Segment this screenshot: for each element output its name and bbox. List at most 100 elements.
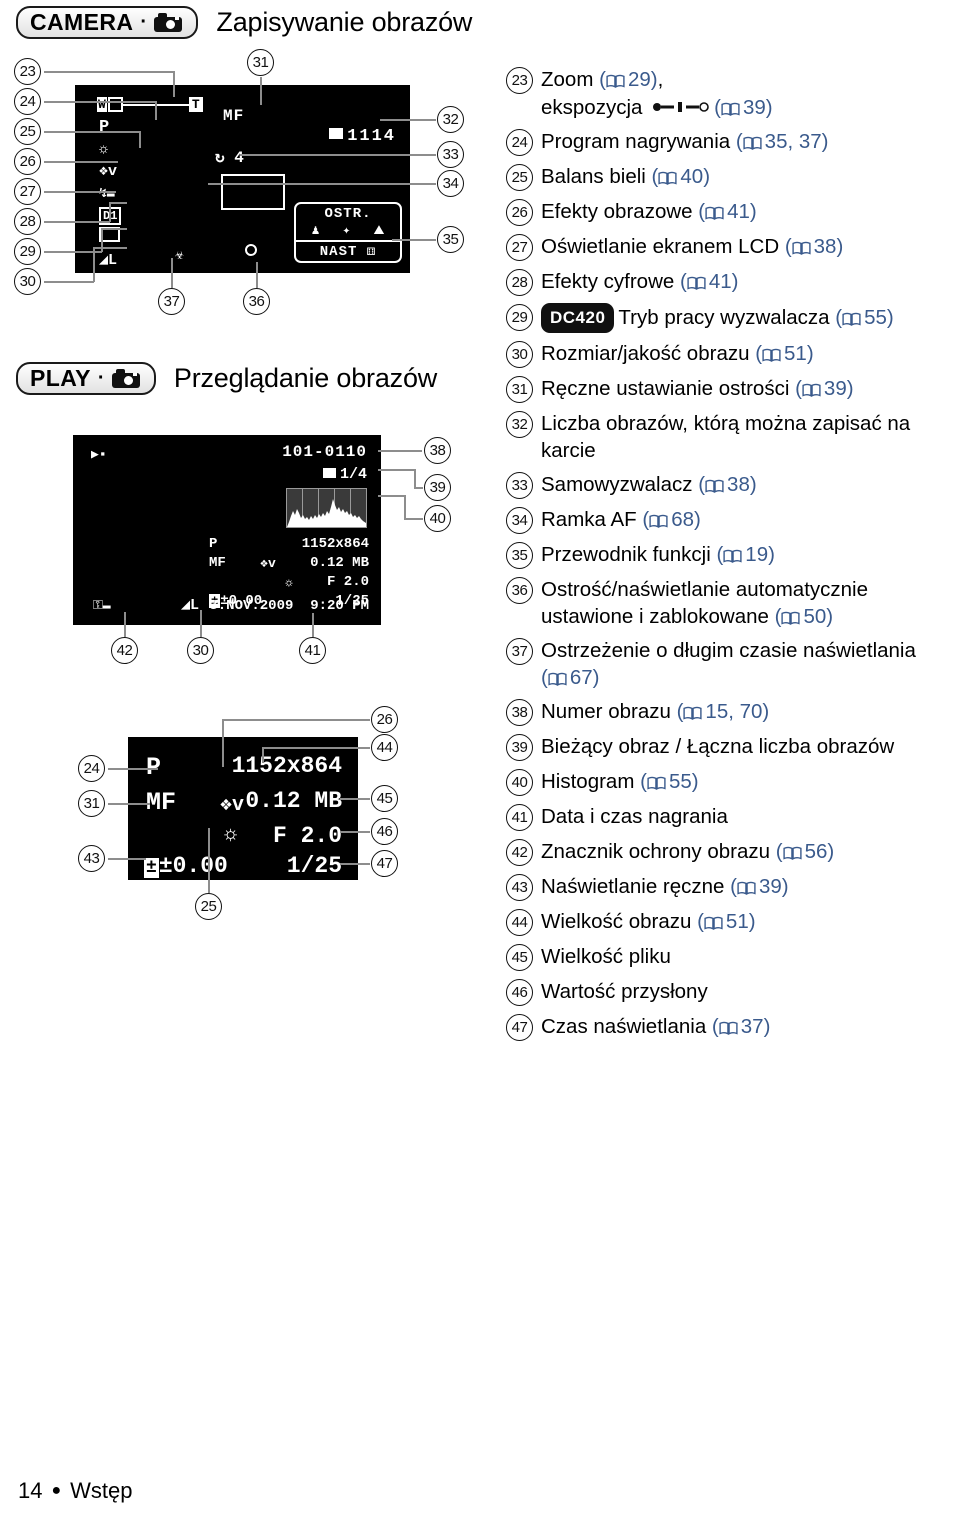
callout-26: 26	[14, 148, 41, 175]
list-item: 41 Data i czas nagrania	[506, 803, 956, 831]
remaining-images-counter: 1114	[329, 127, 396, 146]
page-reference: (41)	[680, 270, 739, 293]
legend-number: 38	[506, 699, 533, 726]
page-reference: (50)	[774, 605, 834, 628]
play-section-header: PLAY · Przeglądanie obrazów	[16, 362, 437, 396]
book-icon	[721, 102, 740, 116]
legend-number: 47	[506, 1014, 533, 1041]
book-icon	[705, 206, 724, 220]
callout-39: 39	[424, 474, 451, 501]
list-item: 44 Wielkość obrazu (51)	[506, 908, 956, 936]
portrait-icon: ♟	[311, 223, 320, 238]
list-item: 35 Przewodnik funkcji (19)	[506, 541, 956, 569]
exposure-slider-icon	[652, 93, 710, 120]
list-item: 29 DC420 Tryb pracy wyzwalacza (55)	[506, 303, 956, 333]
legend-number: 42	[506, 839, 533, 866]
page-reference: (55)	[640, 770, 699, 793]
af-frame	[221, 174, 285, 210]
detail-exposure-comp: ±±0.00	[144, 853, 228, 879]
footer-bullet: ●	[51, 1482, 62, 1499]
callout-37: 37	[158, 288, 185, 315]
book-icon	[782, 846, 802, 860]
book-icon	[762, 348, 781, 362]
manual-page: CAMERA · Zapisywanie obrazów W T P ☼ ❖v …	[0, 0, 960, 1520]
callout-26: 26	[371, 706, 398, 733]
list-item: 46 Wartość przysłony	[506, 978, 956, 1006]
callout-30: 30	[14, 268, 41, 295]
page-reference: (19)	[716, 543, 775, 566]
callout-33: 33	[437, 141, 464, 168]
legend-number: 44	[506, 909, 533, 936]
legend-text: Liczba obrazów, którą można zapisać na k…	[541, 412, 911, 462]
callout-28: 28	[14, 208, 41, 235]
legend-text: Efekty obrazowe (41)	[541, 200, 757, 223]
legend-number: 28	[506, 269, 533, 296]
callout-31: 31	[78, 790, 105, 817]
page-reference: (40)	[651, 165, 711, 188]
callout-30: 30	[187, 637, 214, 664]
legend-text: Samowyzwalacz (38)	[541, 473, 757, 496]
callout-40: 40	[424, 505, 451, 532]
legend-number: 41	[506, 804, 533, 831]
play-filesize: 0.12 MB	[310, 555, 369, 571]
list-item: 38 Numer obrazu (15, 70)	[506, 698, 956, 726]
legend-text: Wartość przysłony	[541, 980, 708, 1003]
list-item: 25 Balans bieli (40)	[506, 163, 956, 191]
list-item: 40 Histogram (55)	[506, 768, 956, 796]
callout-29: 29	[14, 238, 41, 265]
list-item: 39 Bieżący obraz / Łączna liczba obrazów	[506, 733, 956, 761]
image-counter: 1/4	[322, 466, 367, 483]
callout-44: 44	[371, 734, 398, 761]
legend-text: Naświetlanie ręczne (39)	[541, 875, 789, 898]
detail-lcd-screen: P 1152x864 MF ❖v 0.12 MB ☼ F 2.0 ±±0.00 …	[128, 737, 358, 880]
page-reference: (29)	[599, 68, 658, 91]
page-footer: 14 ● Wstęp	[18, 1478, 133, 1504]
camera-mode-badge-label: CAMERA	[30, 9, 134, 35]
list-item: 37 Ostrzeżenie o długim czasie naświetla…	[506, 637, 956, 691]
camera-icon	[154, 12, 183, 32]
book-icon	[606, 74, 625, 88]
manual-focus-indicator: MF	[223, 107, 245, 125]
page-reference: (51)	[697, 910, 756, 933]
callout-24: 24	[78, 755, 105, 782]
legend-number: 35	[506, 542, 533, 569]
list-item: 27 Oświetlanie ekranem LCD (38)	[506, 233, 956, 261]
play-manual-focus: MF	[209, 555, 226, 571]
book-icon	[705, 479, 724, 493]
list-item: 36 Ostrość/naświetlanie automatycznie us…	[506, 576, 956, 630]
legend-text: Numer obrazu (15, 70)	[541, 700, 770, 723]
page-reference: (39)	[795, 377, 854, 400]
callout-32: 32	[437, 106, 464, 133]
function-guide-icons: ♟ ✦ ⛰	[296, 222, 400, 240]
legend-text: Zoom (29), ekspozycja (39)	[541, 68, 773, 120]
joystick-icon: ✦	[342, 223, 351, 238]
legend-text: Histogram (55)	[541, 770, 699, 793]
detail-shutter: 1/25	[286, 853, 342, 879]
legend-text: Wielkość pliku	[541, 945, 671, 968]
legend-text: Bieżący obraz / Łączna liczba obrazów	[541, 735, 895, 758]
legend-number: 39	[506, 734, 533, 761]
legend-number: 25	[506, 164, 533, 191]
camera-icon	[111, 368, 140, 388]
legend-number: 31	[506, 376, 533, 403]
camera-section-header: CAMERA · Zapisywanie obrazów	[16, 6, 473, 40]
legend-text: Ostrzeżenie o długim czasie naświetlania…	[541, 639, 916, 689]
book-icon	[802, 383, 821, 397]
camera-section-title: Zapisywanie obrazów	[216, 7, 473, 38]
callout-36: 36	[243, 288, 270, 315]
legend-text: Program nagrywania (35, 37)	[541, 130, 829, 153]
play-lcd-screen: ▶▪ 101-0110 1/4 P 1152x864 MF ❖v 0.12 MB…	[73, 435, 381, 625]
footer-page-number: 14	[18, 1478, 43, 1503]
legend-text: Data i czas nagrania	[541, 805, 728, 828]
camera-lcd-screen: W T P ☼ ❖v ↯▬ D1 ◢L MF 1114 ↻ 4 OSTR. ♟ …	[75, 85, 410, 273]
callout-42: 42	[111, 637, 138, 664]
page-reference: (51)	[755, 342, 814, 365]
play-mode-badge-label: PLAY	[30, 365, 91, 391]
legend-number: 27	[506, 234, 533, 261]
legend-text: Ramka AF (68)	[541, 508, 701, 531]
legend-number: 45	[506, 944, 533, 971]
legend-number: 40	[506, 769, 533, 796]
list-item: 23 Zoom (29), ekspozycja (39)	[506, 66, 956, 121]
play-resolution: 1152x864	[301, 536, 369, 552]
book-icon	[781, 611, 801, 625]
